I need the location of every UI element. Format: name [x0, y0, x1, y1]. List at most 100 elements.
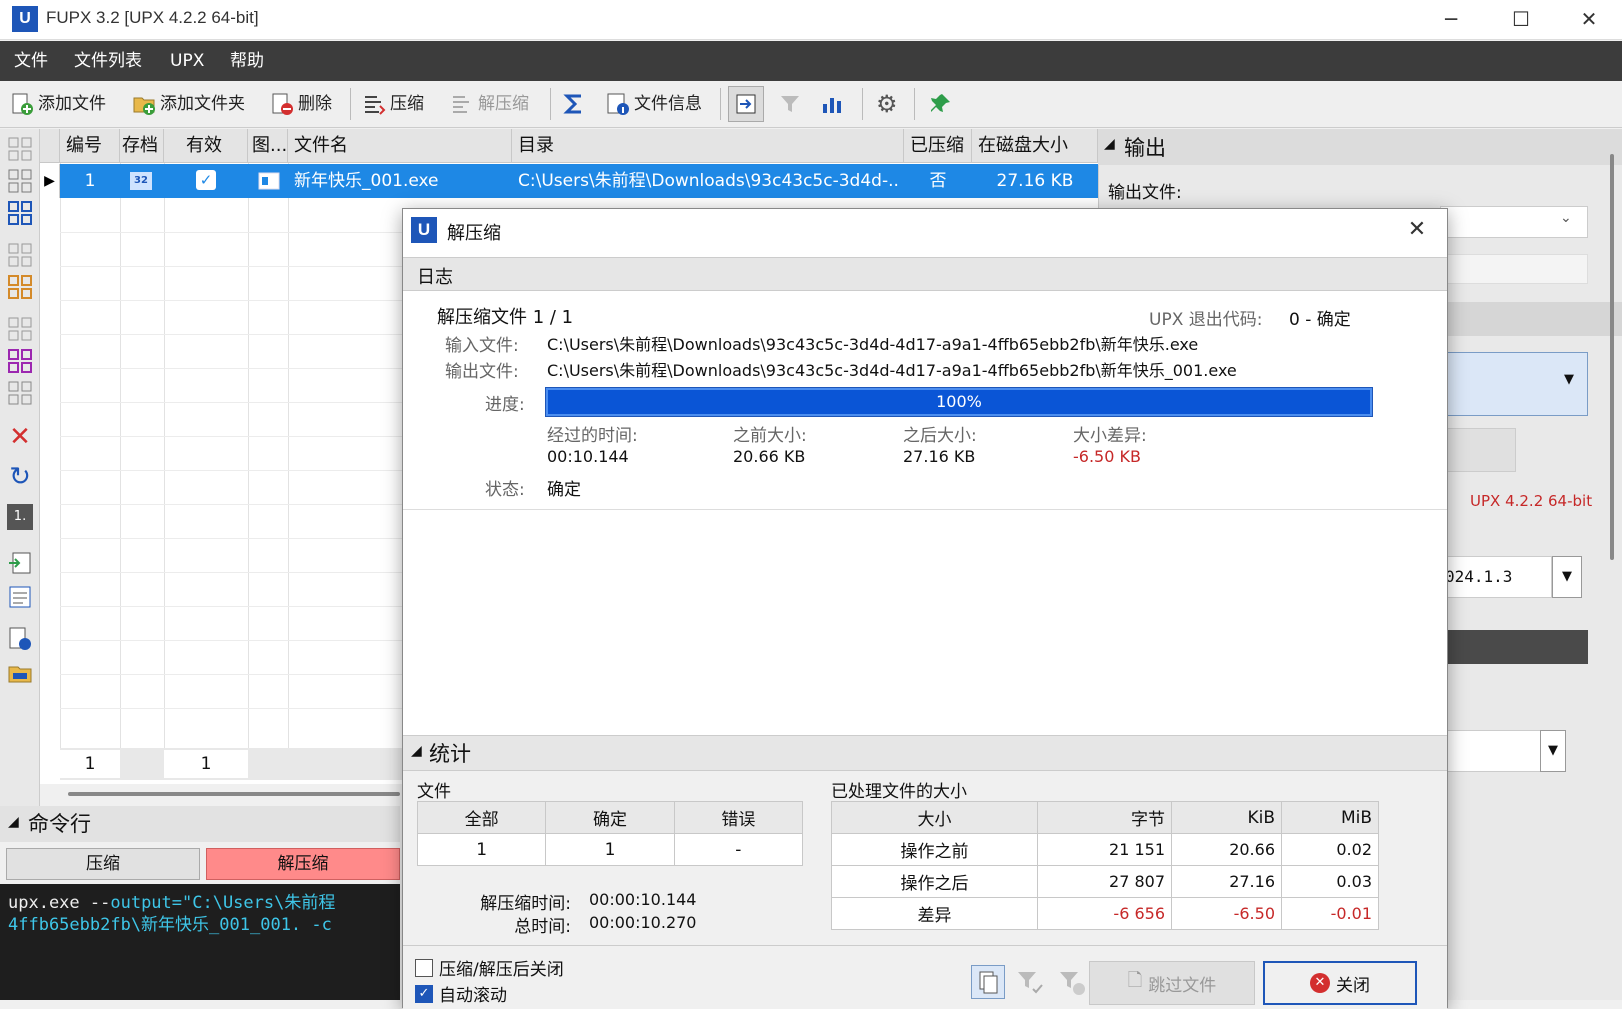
filter-button[interactable]: [778, 86, 802, 122]
decompress-button[interactable]: 解压缩: [450, 86, 529, 122]
remove-icon[interactable]: ✕: [7, 424, 33, 450]
auto-scroll-checkbox[interactable]: ✓: [415, 985, 433, 1003]
files-ok-value: 1: [545, 833, 675, 866]
filter-ok-button[interactable]: [1015, 967, 1045, 997]
col-header-dir[interactable]: 目录: [512, 129, 904, 163]
toolbar-separator: [350, 88, 351, 120]
grid-view-icon[interactable]: [7, 136, 33, 162]
dropdown-arrow-icon[interactable]: ▼: [1540, 730, 1566, 772]
file-info-button[interactable]: 文件信息: [606, 86, 702, 122]
filter-error-button[interactable]: [1057, 967, 1087, 997]
col-header-valid[interactable]: 有效: [164, 129, 248, 163]
output-panel-title: 输出: [1124, 136, 1166, 160]
stats-title: 统计: [429, 742, 471, 766]
grid-view-icon[interactable]: [7, 168, 33, 194]
export-icon: [734, 92, 758, 116]
row-selector-arrow-icon[interactable]: ▶: [40, 164, 60, 198]
cmdline-text-line2: 4ffb65ebb2fb\新年快乐_001_001. -c: [8, 915, 332, 935]
exit-code-label: UPX 退出代码:: [1149, 310, 1263, 330]
col-header-icon[interactable]: 图...: [248, 129, 288, 163]
decompress-time-value: 00:00:10.144: [589, 890, 697, 909]
diff-size-value: -6.50 KB: [1073, 447, 1141, 466]
close-after-label: 压缩/解压后关闭: [439, 960, 564, 980]
file-info-label: 文件信息: [634, 94, 702, 114]
collapse-arrow-icon[interactable]: ◢: [1104, 136, 1115, 152]
col-header-filename[interactable]: 文件名: [288, 129, 512, 163]
panel-button[interactable]: [1440, 428, 1516, 472]
delete-button[interactable]: 删除: [270, 86, 332, 122]
elapsed-value: 00:10.144: [547, 447, 629, 466]
decompress-time-label: 解压缩时间:: [480, 894, 571, 914]
add-folder-button[interactable]: 添加文件夹: [132, 86, 245, 122]
menu-file[interactable]: 文件: [14, 41, 48, 81]
collapse-arrow-icon[interactable]: ◢: [8, 814, 19, 830]
close-after-checkbox[interactable]: [415, 959, 433, 977]
add-file-button[interactable]: 添加文件: [10, 86, 106, 122]
compress-icon: [362, 92, 386, 116]
grid-view-icon[interactable]: [7, 316, 33, 342]
maximize-button[interactable]: ☐: [1486, 0, 1556, 40]
pin-button[interactable]: [928, 86, 952, 122]
progress-label: 进度:: [485, 395, 525, 415]
grid-line: [288, 163, 289, 753]
grid-view-icon[interactable]: [7, 242, 33, 268]
cmd-compress-button[interactable]: 压缩: [6, 848, 200, 880]
cell-compressed: 否: [929, 171, 947, 191]
skip-file-button[interactable]: 🗋 跳过文件: [1089, 961, 1255, 1005]
arch-badge: 32: [130, 172, 152, 190]
grid-view-icon[interactable]: [7, 348, 33, 374]
grid-view-icon[interactable]: [7, 200, 33, 226]
col-header-compressed[interactable]: 已压缩: [904, 129, 972, 163]
footer-count: 1: [60, 750, 120, 778]
sizes-bytes-cell: 27 807: [1037, 865, 1172, 898]
minimize-button[interactable]: ─: [1416, 0, 1486, 40]
grid-view-icon[interactable]: [7, 380, 33, 406]
sum-button[interactable]: [562, 86, 586, 122]
export-button[interactable]: [728, 86, 764, 122]
folder-icon[interactable]: [7, 660, 33, 686]
dropdown-arrow-icon[interactable]: ▼: [1552, 556, 1582, 598]
file-info-small-icon[interactable]: [7, 626, 33, 652]
refresh-icon[interactable]: ↻: [7, 464, 33, 490]
close-window-button[interactable]: ✕: [1556, 0, 1622, 40]
sizes-kib-cell: 20.66: [1171, 833, 1282, 866]
collapse-arrow-icon[interactable]: ◢: [411, 743, 422, 759]
toolbar-separator: [720, 88, 721, 120]
menu-help[interactable]: 帮助: [230, 41, 264, 81]
close-circle-icon: ✕: [1310, 973, 1330, 993]
version-field[interactable]: 024.1.3: [1440, 556, 1552, 598]
output-field[interactable]: [1440, 254, 1588, 284]
sizes-header-mib: MiB: [1281, 801, 1379, 834]
col-header-size[interactable]: 在磁盘大小: [972, 129, 1098, 163]
valid-checkbox[interactable]: ✓: [196, 170, 216, 190]
add-folder-label: 添加文件夹: [160, 94, 245, 114]
close-dialog-label: 关闭: [1336, 975, 1370, 996]
menu-upx[interactable]: UPX: [170, 41, 204, 81]
files-label: 文件: [417, 782, 451, 802]
dialog-close-icon[interactable]: ✕: [1399, 213, 1435, 247]
skip-file-label: 跳过文件: [1148, 975, 1217, 996]
vertical-scrollbar[interactable]: [1610, 154, 1614, 560]
compress-button[interactable]: 压缩: [362, 86, 424, 122]
sizes-row-label: 操作之后: [831, 865, 1038, 898]
toolbar-separator: [914, 88, 915, 120]
close-dialog-button[interactable]: ✕ 关闭: [1263, 961, 1417, 1005]
copy-log-button[interactable]: [971, 965, 1005, 999]
grid-view-icon[interactable]: [7, 274, 33, 300]
settings-button[interactable]: ⚙: [876, 86, 900, 122]
sizes-kib-cell: -6.50: [1171, 897, 1282, 930]
import-list-icon[interactable]: [7, 550, 33, 576]
files-table: 全部 确定 错误 1 1 -: [416, 801, 804, 866]
col-header-arch[interactable]: 存档: [120, 129, 164, 163]
output-file-value: C:\Users\朱前程\Downloads\93c43c5c-3d4d-4d1…: [547, 361, 1237, 380]
cmd-decompress-button[interactable]: 解压缩: [206, 848, 400, 880]
horizontal-scrollbar[interactable]: [68, 792, 400, 796]
list-details-icon[interactable]: [7, 584, 33, 610]
file-info-icon: [606, 92, 630, 116]
panel-field[interactable]: [1440, 730, 1556, 772]
col-header-num[interactable]: 编号: [60, 129, 120, 163]
files-header-error: 错误: [673, 801, 804, 834]
menu-file-list[interactable]: 文件列表: [74, 41, 142, 81]
chart-button[interactable]: [820, 86, 844, 122]
numbering-icon[interactable]: 1.: [7, 504, 33, 530]
